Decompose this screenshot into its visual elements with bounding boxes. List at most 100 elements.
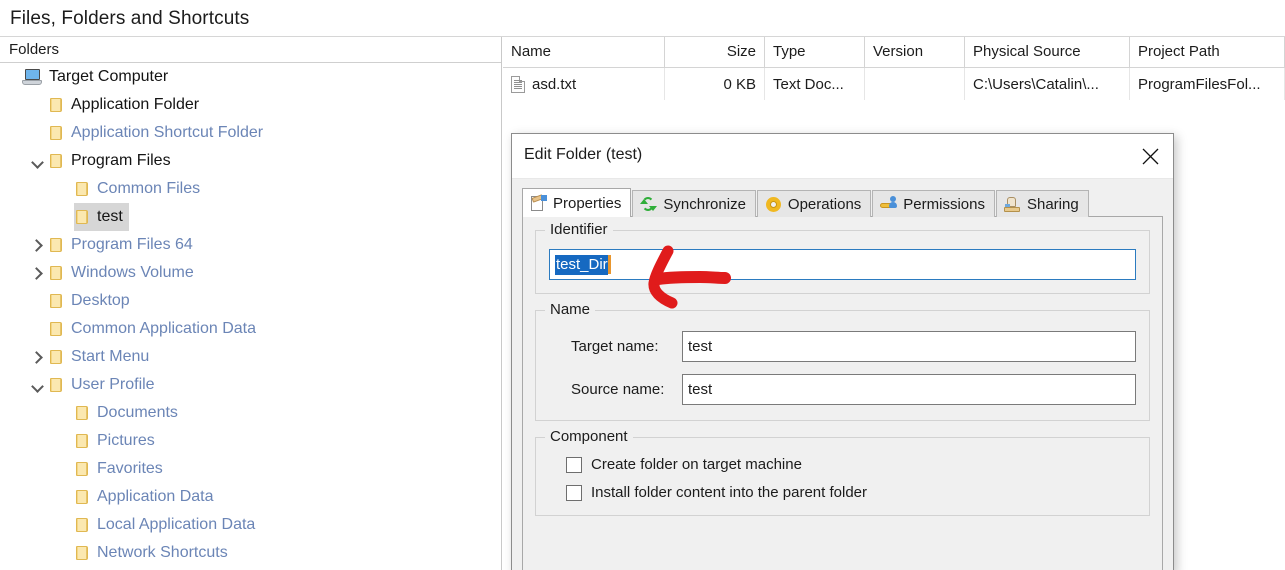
file-list-column-header[interactable]: Size: [665, 37, 765, 67]
dialog-tabstrip[interactable]: Properties Synchronize Operations Permissio…: [522, 188, 1163, 217]
tab-permissions[interactable]: Permissions: [872, 190, 995, 217]
sharing-icon: [1003, 196, 1021, 213]
tree-item-label: Pictures: [97, 432, 155, 449]
tree-item-content[interactable]: User Profile: [48, 371, 161, 399]
tree-item-content[interactable]: Pictures: [74, 427, 161, 455]
file-list-column-header[interactable]: Type: [765, 37, 865, 67]
install-content-checkbox[interactable]: [566, 484, 582, 501]
file-list-column-header[interactable]: Version: [865, 37, 965, 67]
tree-item-content[interactable]: Application Data: [74, 483, 220, 511]
tree-item-content[interactable]: Windows Volume: [48, 259, 200, 287]
dialog-titlebar[interactable]: Edit Folder (test): [512, 134, 1173, 179]
tree-item-content[interactable]: Documents: [74, 399, 184, 427]
identifier-value: test_Dir: [555, 254, 608, 275]
tree-item-application-shortcut-folder[interactable]: Application Shortcut Folder: [0, 119, 501, 147]
file-list-cell-version: [865, 68, 965, 100]
tree-item-content[interactable]: Desktop: [48, 287, 136, 315]
component-group: Component Create folder on target machin…: [535, 428, 1150, 516]
tree-item-content[interactable]: test: [74, 203, 129, 231]
tree-expander-placeholder: [26, 119, 48, 147]
tree-item-content[interactable]: Start Menu: [48, 343, 155, 371]
tree-item-content[interactable]: Application Shortcut Folder: [48, 119, 269, 147]
create-folder-checkbox-row[interactable]: Create folder on target machine: [549, 456, 1136, 473]
computer-icon: [22, 68, 42, 86]
tree-item-target-computer[interactable]: Target Computer: [0, 63, 501, 91]
tree-item-label: Local Application Data: [97, 516, 256, 533]
tab-operations[interactable]: Operations: [756, 190, 872, 217]
chevron-down-icon[interactable]: [26, 147, 48, 175]
file-list-column-header[interactable]: Physical Source: [965, 37, 1130, 67]
chevron-down-icon[interactable]: [26, 371, 48, 399]
tree-item-content[interactable]: Program Files 64: [48, 231, 199, 259]
tree-item-content[interactable]: Application Folder: [48, 91, 205, 119]
tree-item-content[interactable]: Local Application Data: [74, 511, 261, 539]
tree-item-label: Windows Volume: [71, 264, 194, 281]
permissions-icon: [880, 195, 898, 213]
target-name-input[interactable]: test: [682, 331, 1136, 362]
folder-icon: [74, 545, 90, 561]
tree-item-content[interactable]: Common Files: [74, 175, 206, 203]
tree-item-common-application-data[interactable]: Common Application Data: [0, 315, 501, 343]
chevron-right-icon[interactable]: [26, 343, 48, 371]
tree-item-program-files-64[interactable]: Program Files 64: [0, 231, 501, 259]
file-list-column-header[interactable]: Name: [503, 37, 665, 67]
source-name-input[interactable]: test: [682, 374, 1136, 405]
tree-item-start-menu[interactable]: Start Menu: [0, 343, 501, 371]
file-list-header[interactable]: Name Size Type Version Physical Source Projec…: [503, 37, 1285, 68]
tree-item-content[interactable]: Program Files: [48, 147, 177, 175]
edit-folder-dialog: Edit Folder (test) Properties Synchronize…: [511, 133, 1174, 570]
folder-icon: [48, 237, 64, 253]
tree-item-user-profile[interactable]: User Profile: [0, 371, 501, 399]
properties-icon: [530, 193, 547, 212]
tree-item-favorites[interactable]: Favorites: [0, 455, 501, 483]
tree-item-content[interactable]: Favorites: [74, 455, 169, 483]
file-list-row[interactable]: asd.txt 0 KB Text Doc... C:\Users\Catalin\.…: [503, 68, 1285, 100]
tree-item-content[interactable]: Common Application Data: [48, 315, 262, 343]
install-content-checkbox-row[interactable]: Install folder content into the parent f…: [549, 484, 1136, 501]
tree-item-content[interactable]: Network Shortcuts: [74, 539, 234, 567]
tree-item-common-files[interactable]: Common Files: [0, 175, 501, 203]
file-list-rows[interactable]: asd.txt 0 KB Text Doc... C:\Users\Catalin\.…: [503, 68, 1285, 100]
tree-item-pictures[interactable]: Pictures: [0, 427, 501, 455]
folder-icon: [48, 265, 64, 281]
chevron-right-icon[interactable]: [26, 259, 48, 287]
source-name-label: Source name:: [571, 381, 665, 398]
tree-item-program-files[interactable]: Program Files: [0, 147, 501, 175]
tree-expander-placeholder: [52, 203, 74, 231]
tab-properties[interactable]: Properties: [522, 188, 632, 217]
tab-sharing[interactable]: Sharing: [995, 190, 1089, 217]
folders-tree-panel: Folders Target Computer Application Folde…: [0, 37, 502, 570]
tree-item-application-folder[interactable]: Application Folder: [0, 91, 501, 119]
file-list-column-header[interactable]: Project Path: [1130, 37, 1285, 67]
close-icon[interactable]: [1128, 134, 1173, 178]
tree-item-documents[interactable]: Documents: [0, 399, 501, 427]
create-folder-checkbox[interactable]: [566, 456, 582, 473]
folder-icon: [48, 321, 64, 337]
identifier-input[interactable]: test_Dir: [549, 249, 1136, 280]
component-legend: Component: [545, 428, 633, 445]
file-list-cell-project_path: ProgramFilesFol...: [1130, 68, 1285, 100]
tree-item-label: Application Data: [97, 488, 214, 505]
tree-item-content[interactable]: Target Computer: [22, 63, 174, 91]
folders-tree[interactable]: Target Computer Application Folder Applica…: [0, 63, 501, 569]
tree-item-network-shortcuts[interactable]: Network Shortcuts: [0, 539, 501, 567]
chevron-right-icon[interactable]: [26, 231, 48, 259]
identifier-legend: Identifier: [545, 221, 613, 238]
tree-item-desktop[interactable]: Desktop: [0, 287, 501, 315]
tab-synchronize[interactable]: Synchronize: [632, 190, 756, 217]
tree-item-test[interactable]: test: [0, 203, 501, 231]
tree-item-application-data[interactable]: Application Data: [0, 483, 501, 511]
tree-item-local-application-data[interactable]: Local Application Data: [0, 511, 501, 539]
tab-label: Synchronize: [663, 195, 746, 213]
tree-item-windows-volume[interactable]: Windows Volume: [0, 259, 501, 287]
